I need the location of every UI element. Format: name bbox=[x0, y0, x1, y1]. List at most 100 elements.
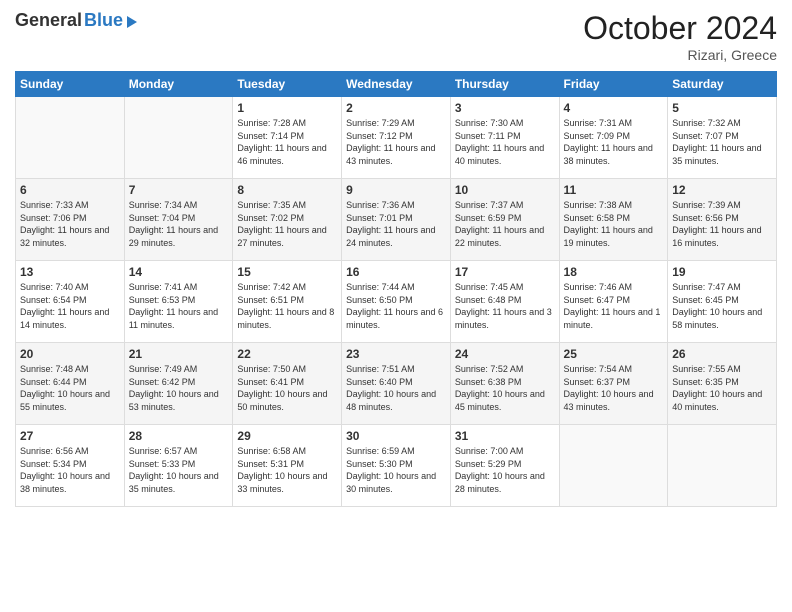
day-number: 18 bbox=[564, 265, 664, 279]
col-sunday: Sunday bbox=[16, 72, 125, 97]
day-info: Sunrise: 7:30 AMSunset: 7:11 PMDaylight:… bbox=[455, 117, 555, 167]
day-number: 8 bbox=[237, 183, 337, 197]
day-info: Sunrise: 7:50 AMSunset: 6:41 PMDaylight:… bbox=[237, 363, 337, 413]
day-number: 22 bbox=[237, 347, 337, 361]
day-number: 4 bbox=[564, 101, 664, 115]
day-info: Sunrise: 7:28 AMSunset: 7:14 PMDaylight:… bbox=[237, 117, 337, 167]
cell-w3-d3: 16 Sunrise: 7:44 AMSunset: 6:50 PMDayligh… bbox=[342, 261, 451, 343]
day-number: 26 bbox=[672, 347, 772, 361]
location: Rizari, Greece bbox=[583, 47, 777, 63]
month-title: October 2024 bbox=[583, 10, 777, 47]
day-number: 13 bbox=[20, 265, 120, 279]
col-monday: Monday bbox=[124, 72, 233, 97]
cell-w5-d0: 27Sunrise: 6:56 AMSunset: 5:34 PMDayligh… bbox=[16, 425, 125, 507]
cell-w3-d2: 15 Sunrise: 7:42 AMSunset: 6:51 PMDayligh… bbox=[233, 261, 342, 343]
day-info: Sunrise: 7:54 AMSunset: 6:37 PMDaylight:… bbox=[564, 363, 664, 413]
day-number: 15 bbox=[237, 265, 337, 279]
day-info: Sunrise: 6:59 AMSunset: 5:30 PMDaylight:… bbox=[346, 445, 446, 495]
logo-blue-text: Blue bbox=[84, 10, 123, 31]
cell-w4-d4: 24 Sunrise: 7:52 AMSunset: 6:38 PMDayligh… bbox=[450, 343, 559, 425]
day-info: Sunrise: 7:33 AMSunset: 7:06 PMDaylight:… bbox=[20, 199, 120, 249]
day-info: Sunrise: 7:39 AMSunset: 6:56 PMDaylight:… bbox=[672, 199, 772, 249]
day-info: Sunrise: 7:35 AMSunset: 7:02 PMDaylight:… bbox=[237, 199, 337, 249]
header: General Blue October 2024 Rizari, Greece bbox=[15, 10, 777, 63]
day-number: 28 bbox=[129, 429, 229, 443]
day-number: 11 bbox=[564, 183, 664, 197]
cell-w3-d5: 18 Sunrise: 7:46 AMSunset: 6:47 PMDayligh… bbox=[559, 261, 668, 343]
day-info: Sunrise: 6:57 AMSunset: 5:33 PMDaylight:… bbox=[129, 445, 229, 495]
day-number: 2 bbox=[346, 101, 446, 115]
day-info: Sunrise: 7:42 AMSunset: 6:51 PMDaylight:… bbox=[237, 281, 337, 331]
cell-w2-d6: 12 Sunrise: 7:39 AMSunset: 6:56 PMDayligh… bbox=[668, 179, 777, 261]
cell-w1-d2: 1 Sunrise: 7:28 AMSunset: 7:14 PMDaylight… bbox=[233, 97, 342, 179]
day-number: 19 bbox=[672, 265, 772, 279]
week-row-3: 13 Sunrise: 7:40 AMSunset: 6:54 PMDayligh… bbox=[16, 261, 777, 343]
calendar-table: Sunday Monday Tuesday Wednesday Thursday… bbox=[15, 71, 777, 507]
cell-w2-d4: 10 Sunrise: 7:37 AMSunset: 6:59 PMDayligh… bbox=[450, 179, 559, 261]
day-number: 9 bbox=[346, 183, 446, 197]
day-number: 17 bbox=[455, 265, 555, 279]
day-info: Sunrise: 7:52 AMSunset: 6:38 PMDaylight:… bbox=[455, 363, 555, 413]
col-tuesday: Tuesday bbox=[233, 72, 342, 97]
cell-w2-d0: 6 Sunrise: 7:33 AMSunset: 7:06 PMDaylight… bbox=[16, 179, 125, 261]
cell-w3-d4: 17Sunrise: 7:45 AMSunset: 6:48 PMDayligh… bbox=[450, 261, 559, 343]
header-row: Sunday Monday Tuesday Wednesday Thursday… bbox=[16, 72, 777, 97]
logo-general-text: General bbox=[15, 10, 82, 31]
day-number: 3 bbox=[455, 101, 555, 115]
cell-w5-d2: 29 Sunrise: 6:58 AMSunset: 5:31 PMDayligh… bbox=[233, 425, 342, 507]
day-info: Sunrise: 7:44 AMSunset: 6:50 PMDaylight:… bbox=[346, 281, 446, 331]
cell-w4-d1: 21Sunrise: 7:49 AMSunset: 6:42 PMDayligh… bbox=[124, 343, 233, 425]
calendar-page: General Blue October 2024 Rizari, Greece… bbox=[0, 0, 792, 612]
day-info: Sunrise: 7:38 AMSunset: 6:58 PMDaylight:… bbox=[564, 199, 664, 249]
day-info: Sunrise: 7:37 AMSunset: 6:59 PMDaylight:… bbox=[455, 199, 555, 249]
cell-w2-d1: 7Sunrise: 7:34 AMSunset: 7:04 PMDaylight… bbox=[124, 179, 233, 261]
cell-w4-d2: 22 Sunrise: 7:50 AMSunset: 6:41 PMDayligh… bbox=[233, 343, 342, 425]
day-info: Sunrise: 7:40 AMSunset: 6:54 PMDaylight:… bbox=[20, 281, 120, 331]
cell-w4-d5: 25 Sunrise: 7:54 AMSunset: 6:37 PMDayligh… bbox=[559, 343, 668, 425]
day-info: Sunrise: 7:32 AMSunset: 7:07 PMDaylight:… bbox=[672, 117, 772, 167]
day-number: 24 bbox=[455, 347, 555, 361]
cell-w4-d3: 23Sunrise: 7:51 AMSunset: 6:40 PMDayligh… bbox=[342, 343, 451, 425]
week-row-1: 1 Sunrise: 7:28 AMSunset: 7:14 PMDaylight… bbox=[16, 97, 777, 179]
cell-w1-d1 bbox=[124, 97, 233, 179]
day-info: Sunrise: 7:41 AMSunset: 6:53 PMDaylight:… bbox=[129, 281, 229, 331]
col-friday: Friday bbox=[559, 72, 668, 97]
cell-w1-d4: 3 Sunrise: 7:30 AMSunset: 7:11 PMDaylight… bbox=[450, 97, 559, 179]
col-wednesday: Wednesday bbox=[342, 72, 451, 97]
week-row-4: 20 Sunrise: 7:48 AMSunset: 6:44 PMDayligh… bbox=[16, 343, 777, 425]
day-number: 12 bbox=[672, 183, 772, 197]
cell-w1-d5: 4Sunrise: 7:31 AMSunset: 7:09 PMDaylight… bbox=[559, 97, 668, 179]
day-number: 16 bbox=[346, 265, 446, 279]
col-saturday: Saturday bbox=[668, 72, 777, 97]
day-number: 20 bbox=[20, 347, 120, 361]
day-info: Sunrise: 7:51 AMSunset: 6:40 PMDaylight:… bbox=[346, 363, 446, 413]
day-number: 31 bbox=[455, 429, 555, 443]
day-number: 29 bbox=[237, 429, 337, 443]
day-info: Sunrise: 6:56 AMSunset: 5:34 PMDaylight:… bbox=[20, 445, 120, 495]
col-thursday: Thursday bbox=[450, 72, 559, 97]
cell-w3-d1: 14 Sunrise: 7:41 AMSunset: 6:53 PMDayligh… bbox=[124, 261, 233, 343]
cell-w2-d2: 8 Sunrise: 7:35 AMSunset: 7:02 PMDaylight… bbox=[233, 179, 342, 261]
cell-w5-d3: 30 Sunrise: 6:59 AMSunset: 5:30 PMDayligh… bbox=[342, 425, 451, 507]
day-number: 10 bbox=[455, 183, 555, 197]
cell-w2-d3: 9Sunrise: 7:36 AMSunset: 7:01 PMDaylight… bbox=[342, 179, 451, 261]
cell-w5-d1: 28 Sunrise: 6:57 AMSunset: 5:33 PMDayligh… bbox=[124, 425, 233, 507]
cell-w5-d5 bbox=[559, 425, 668, 507]
cell-w3-d6: 19Sunrise: 7:47 AMSunset: 6:45 PMDayligh… bbox=[668, 261, 777, 343]
day-number: 14 bbox=[129, 265, 229, 279]
cell-w3-d0: 13 Sunrise: 7:40 AMSunset: 6:54 PMDayligh… bbox=[16, 261, 125, 343]
cell-w5-d4: 31Sunrise: 7:00 AMSunset: 5:29 PMDayligh… bbox=[450, 425, 559, 507]
day-number: 5 bbox=[672, 101, 772, 115]
day-number: 25 bbox=[564, 347, 664, 361]
day-info: Sunrise: 7:48 AMSunset: 6:44 PMDaylight:… bbox=[20, 363, 120, 413]
logo-arrow-icon bbox=[127, 16, 137, 28]
day-info: Sunrise: 6:58 AMSunset: 5:31 PMDaylight:… bbox=[237, 445, 337, 495]
cell-w1-d0 bbox=[16, 97, 125, 179]
cell-w1-d3: 2Sunrise: 7:29 AMSunset: 7:12 PMDaylight… bbox=[342, 97, 451, 179]
day-number: 6 bbox=[20, 183, 120, 197]
cell-w1-d6: 5 Sunrise: 7:32 AMSunset: 7:07 PMDaylight… bbox=[668, 97, 777, 179]
day-number: 30 bbox=[346, 429, 446, 443]
day-info: Sunrise: 7:55 AMSunset: 6:35 PMDaylight:… bbox=[672, 363, 772, 413]
day-info: Sunrise: 7:46 AMSunset: 6:47 PMDaylight:… bbox=[564, 281, 664, 331]
day-number: 1 bbox=[237, 101, 337, 115]
